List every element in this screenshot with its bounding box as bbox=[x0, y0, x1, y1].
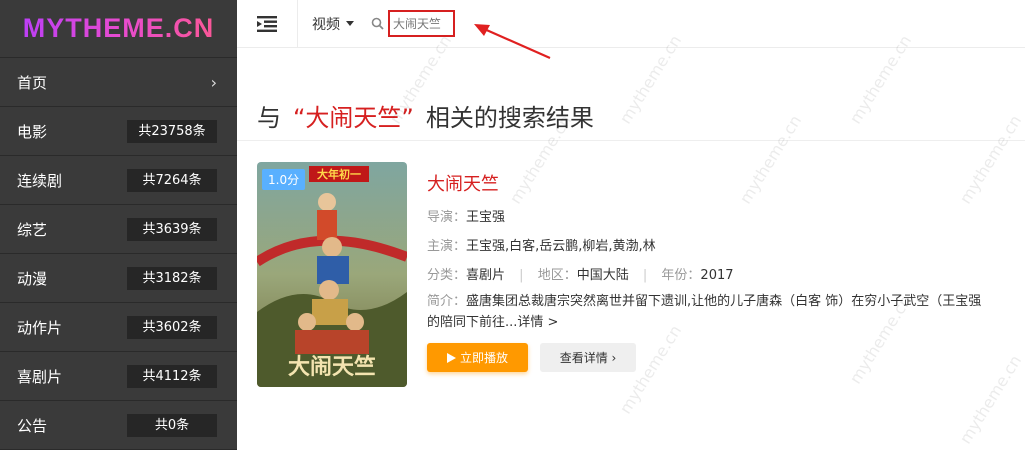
sidebar-item-variety[interactable]: 综艺 共3639条 bbox=[0, 205, 237, 254]
category-label: 视频 bbox=[312, 16, 340, 33]
movie-poster[interactable]: 大年初一 大闹天竺 1.0分 bbox=[257, 162, 407, 387]
menu-indent-icon bbox=[257, 15, 277, 32]
search-input[interactable]: 大闹天竺 bbox=[388, 10, 455, 37]
play-now-button[interactable]: 立即播放 bbox=[427, 343, 528, 372]
search-result-heading: 与 “大闹天竺” 相关的搜索结果 bbox=[257, 98, 594, 133]
sidebar-item-count: 共3182条 bbox=[127, 266, 217, 290]
synopsis-label: 简介： bbox=[427, 294, 467, 309]
sidebar: MYTHEME.CN 首页 › 电影 共23758条 连续剧 共7264条 综艺… bbox=[0, 0, 237, 450]
sidebar-item-series[interactable]: 连续剧 共7264条 bbox=[0, 156, 237, 205]
score-badge: 1.0分 bbox=[262, 169, 306, 190]
separator: | bbox=[519, 268, 524, 283]
search-icon[interactable] bbox=[370, 16, 386, 32]
separator: | bbox=[642, 268, 648, 283]
movie-title-link[interactable]: 大闹天竺 bbox=[427, 170, 1025, 198]
sidebar-item-count: 共23758条 bbox=[127, 119, 217, 143]
chevron-right-icon: › bbox=[210, 72, 217, 92]
play-label: 立即播放 bbox=[459, 351, 508, 365]
search-area: 大闹天竺 bbox=[370, 10, 455, 37]
poster-caption: 大年初一 bbox=[317, 167, 361, 181]
poster-title: 大闹天竺 bbox=[288, 354, 376, 380]
action-buttons: 立即播放 查看详情 › bbox=[427, 343, 636, 372]
sidebar-item-movies[interactable]: 电影 共23758条 bbox=[0, 107, 237, 156]
annotation-arrow-icon bbox=[474, 24, 551, 60]
sidebar-item-home[interactable]: 首页 › bbox=[0, 58, 237, 107]
sidebar-item-count: 共7264条 bbox=[127, 168, 217, 192]
play-icon bbox=[446, 352, 456, 363]
watermark: mytheme.cn bbox=[955, 351, 1025, 448]
cast-row: 主演：王宝强,白客,岳云鹏,柳岩,黄渤,林 bbox=[427, 235, 1025, 256]
director-label: 导演： bbox=[427, 210, 467, 225]
site-logo[interactable]: MYTHEME.CN bbox=[0, 0, 237, 58]
cast-value[interactable]: 王宝强,白客,岳云鹏,柳岩,黄渤,林 bbox=[466, 239, 656, 254]
heading-prefix: 与 bbox=[257, 104, 281, 132]
region-value[interactable]: 中国大陆 bbox=[577, 268, 629, 283]
top-bar: 视频 大闹天竺 bbox=[237, 0, 1025, 48]
caret-down-icon bbox=[346, 21, 354, 26]
genre-label: 分类： bbox=[427, 268, 467, 283]
region-label: 地区： bbox=[537, 268, 577, 283]
director-value[interactable]: 王宝强 bbox=[466, 210, 505, 225]
sidebar-item-label: 电影 bbox=[17, 122, 48, 141]
movie-info: 大闹天竺 导演：王宝强 主演：王宝强,白客,岳云鹏,柳岩,黄渤,林 分类：喜剧片… bbox=[427, 170, 1025, 333]
heading-keyword: “大闹天竺” bbox=[293, 104, 414, 132]
menu-toggle-button[interactable] bbox=[237, 0, 298, 48]
sidebar-item-label: 动作片 bbox=[17, 318, 63, 337]
sidebar-item-notice[interactable]: 公告 共0条 bbox=[0, 401, 237, 450]
genre-value[interactable]: 喜剧片 bbox=[466, 268, 505, 283]
poster-image: 大年初一 大闹天竺 bbox=[257, 162, 407, 387]
sidebar-item-label: 动漫 bbox=[17, 269, 48, 288]
sidebar-item-count: 共4112条 bbox=[127, 364, 217, 388]
heading-suffix: 相关的搜索结果 bbox=[425, 104, 594, 132]
year-value[interactable]: 2017 bbox=[700, 268, 733, 283]
director-row: 导演：王宝强 bbox=[427, 206, 1025, 227]
synopsis-line-1: 盛唐集团总裁唐宗突然离世并留下遗训,让他的儿子唐森（白客 饰）在穷小子武空（王宝… bbox=[466, 294, 982, 309]
sidebar-item-anime[interactable]: 动漫 共3182条 bbox=[0, 254, 237, 303]
sidebar-item-label: 连续剧 bbox=[17, 171, 63, 190]
divider bbox=[237, 140, 1025, 141]
sidebar-item-count: 共3639条 bbox=[127, 217, 217, 241]
synopsis: 简介：盛唐集团总裁唐宗突然离世并留下遗训,让他的儿子唐森（白客 饰）在穷小子武空… bbox=[427, 291, 1025, 333]
sidebar-item-action[interactable]: 动作片 共3602条 bbox=[0, 303, 237, 352]
sidebar-item-label: 公告 bbox=[17, 416, 48, 435]
cast-label: 主演： bbox=[427, 239, 467, 254]
meta-row: 分类：喜剧片 | 地区：中国大陆 | 年份：2017 bbox=[427, 264, 1025, 285]
sidebar-item-label: 综艺 bbox=[17, 220, 48, 239]
sidebar-item-label: 喜剧片 bbox=[17, 367, 63, 386]
view-details-button[interactable]: 查看详情 › bbox=[540, 343, 636, 372]
category-select[interactable]: 视频 bbox=[298, 14, 354, 34]
sidebar-item-comedy[interactable]: 喜剧片 共4112条 bbox=[0, 352, 237, 401]
synopsis-line-2[interactable]: 的陪同下前往...详情 > bbox=[427, 312, 1025, 333]
sidebar-item-count: 共3602条 bbox=[127, 315, 217, 339]
year-label: 年份： bbox=[661, 268, 701, 283]
sidebar-item-count: 共0条 bbox=[127, 413, 217, 437]
sidebar-item-label: 首页 bbox=[17, 73, 48, 92]
